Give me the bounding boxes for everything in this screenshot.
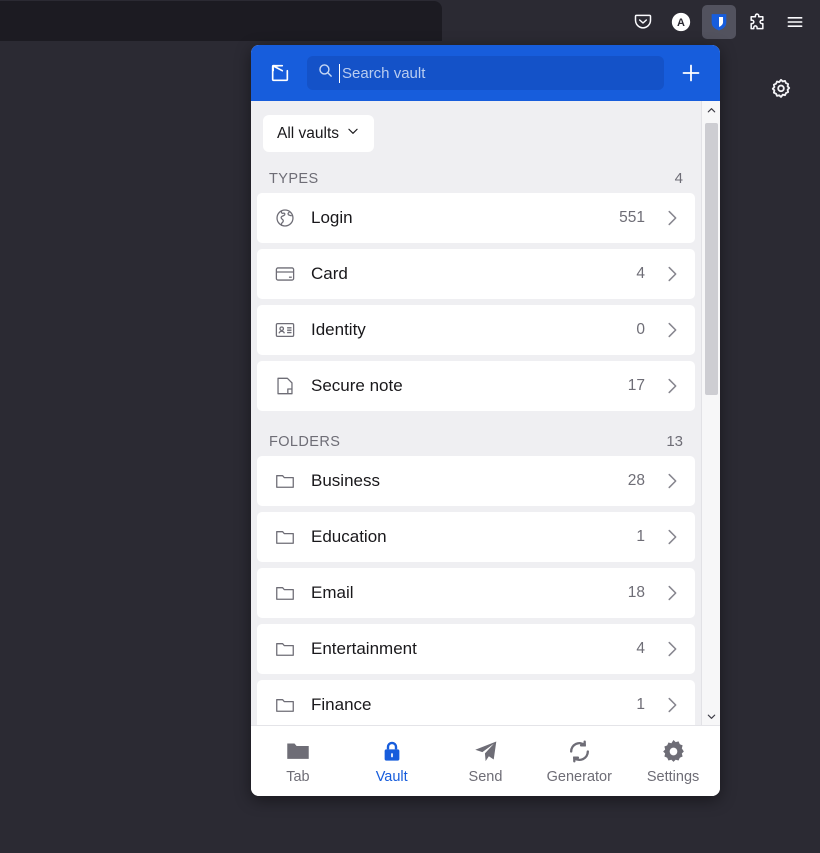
chevron-down-icon [346, 124, 360, 143]
nav-item-generator[interactable]: Generator [532, 726, 626, 796]
list-item-count: 28 [627, 472, 645, 489]
list-item-count: 18 [627, 584, 645, 601]
list-item-label: Identity [311, 320, 366, 339]
send-icon [472, 737, 499, 765]
list-item-count: 4 [636, 640, 645, 657]
list-item-label: Card [311, 264, 348, 283]
list-item-count: 4 [636, 265, 645, 282]
lock-icon [379, 737, 405, 765]
nav-label: Settings [646, 769, 700, 785]
folder-icon [273, 637, 297, 661]
list-item[interactable]: Secure note 17 [257, 361, 695, 411]
list-item[interactable]: Identity 0 [257, 305, 695, 355]
bitwarden-popup: All vaults TYPES 4 [251, 45, 720, 796]
section-count: 4 [674, 170, 683, 187]
list-item-count: 17 [627, 377, 645, 394]
list-item-count: 551 [619, 209, 645, 226]
nav-item-send[interactable]: Send [439, 726, 533, 796]
nav-item-tab[interactable]: Tab [251, 726, 345, 796]
nav-label: Tab [286, 769, 310, 785]
chevron-right-icon [661, 470, 683, 492]
account-avatar[interactable]: A [664, 5, 698, 39]
credit-card-icon [273, 262, 297, 286]
vault-list-scrollbar[interactable] [701, 101, 720, 725]
gear-icon [660, 737, 687, 765]
chevron-right-icon [661, 638, 683, 660]
list-item-count: 0 [636, 321, 645, 338]
search-icon [317, 62, 334, 84]
chevron-right-icon [661, 263, 683, 285]
extensions-puzzle-icon[interactable] [740, 5, 774, 39]
chevron-right-icon [661, 207, 683, 229]
chevron-right-icon [661, 526, 683, 548]
section-header-types: TYPES 4 [257, 162, 695, 193]
nav-item-settings[interactable]: Settings [626, 726, 720, 796]
pocket-icon[interactable] [626, 5, 660, 39]
scroll-up-icon[interactable] [702, 101, 720, 119]
list-item-label: Secure note [311, 376, 403, 395]
text-caret [339, 64, 340, 83]
list-item[interactable]: Entertainment 4 [257, 624, 695, 674]
vault-list: All vaults TYPES 4 Login 551 Card 4 Iden… [251, 101, 701, 725]
section-title: FOLDERS [269, 434, 341, 450]
popup-header [251, 45, 720, 101]
list-item[interactable]: Email 18 [257, 568, 695, 618]
scroll-down-icon[interactable] [702, 707, 720, 725]
chevron-right-icon [661, 319, 683, 341]
browser-toolbar: A [626, 3, 812, 41]
list-item-label: Business [311, 471, 380, 490]
nav-item-vault[interactable]: Vault [345, 726, 439, 796]
folder-icon [273, 693, 297, 717]
section-header-folders: FOLDERS 13 [257, 417, 695, 456]
list-item-label: Email [311, 583, 354, 602]
browser-active-tab[interactable] [0, 1, 442, 41]
list-item[interactable]: Business 28 [257, 456, 695, 506]
section-title: TYPES [269, 171, 319, 187]
nav-label: Generator [546, 769, 612, 785]
section-count: 13 [666, 433, 683, 450]
account-avatar-letter: A [677, 17, 685, 29]
search-input[interactable] [342, 64, 654, 82]
nav-label: Send [468, 769, 503, 785]
note-icon [273, 374, 297, 398]
list-item-label: Finance [311, 695, 372, 714]
plus-icon[interactable] [674, 56, 708, 90]
scrollbar-thumb[interactable] [705, 123, 718, 395]
list-item-label: Entertainment [311, 639, 417, 658]
list-item[interactable]: Login 551 [257, 193, 695, 243]
application-menu-icon[interactable] [778, 5, 812, 39]
list-item-count: 1 [636, 696, 645, 713]
vault-selector-row: All vaults [257, 101, 695, 162]
gear-icon[interactable] [768, 77, 794, 103]
popup-body: All vaults TYPES 4 Login 551 Card 4 Iden… [251, 101, 720, 725]
vault-filter-label: All vaults [277, 124, 340, 142]
chevron-right-icon [661, 375, 683, 397]
search-field[interactable] [307, 56, 664, 90]
id-card-icon [273, 318, 297, 342]
chevron-right-icon [661, 694, 683, 716]
folder-icon [284, 737, 312, 765]
nav-label: Vault [375, 769, 408, 785]
folder-icon [273, 469, 297, 493]
refresh-icon [566, 737, 593, 765]
chevron-right-icon [661, 582, 683, 604]
list-item[interactable]: Education 1 [257, 512, 695, 562]
globe-icon [273, 206, 297, 230]
vault-filter-dropdown[interactable]: All vaults [263, 115, 375, 152]
folder-icon [273, 581, 297, 605]
list-item[interactable]: Card 4 [257, 249, 695, 299]
popout-icon[interactable] [263, 56, 297, 90]
bitwarden-extension-icon[interactable] [702, 5, 736, 39]
folder-icon [273, 525, 297, 549]
list-item[interactable]: Finance 1 [257, 680, 695, 725]
browser-chrome: A [0, 0, 820, 45]
bottom-navigation: Tab Vault Send Generator Settings [251, 725, 720, 796]
list-item-label: Login [311, 208, 353, 227]
list-item-label: Education [311, 527, 387, 546]
list-item-count: 1 [636, 528, 645, 545]
